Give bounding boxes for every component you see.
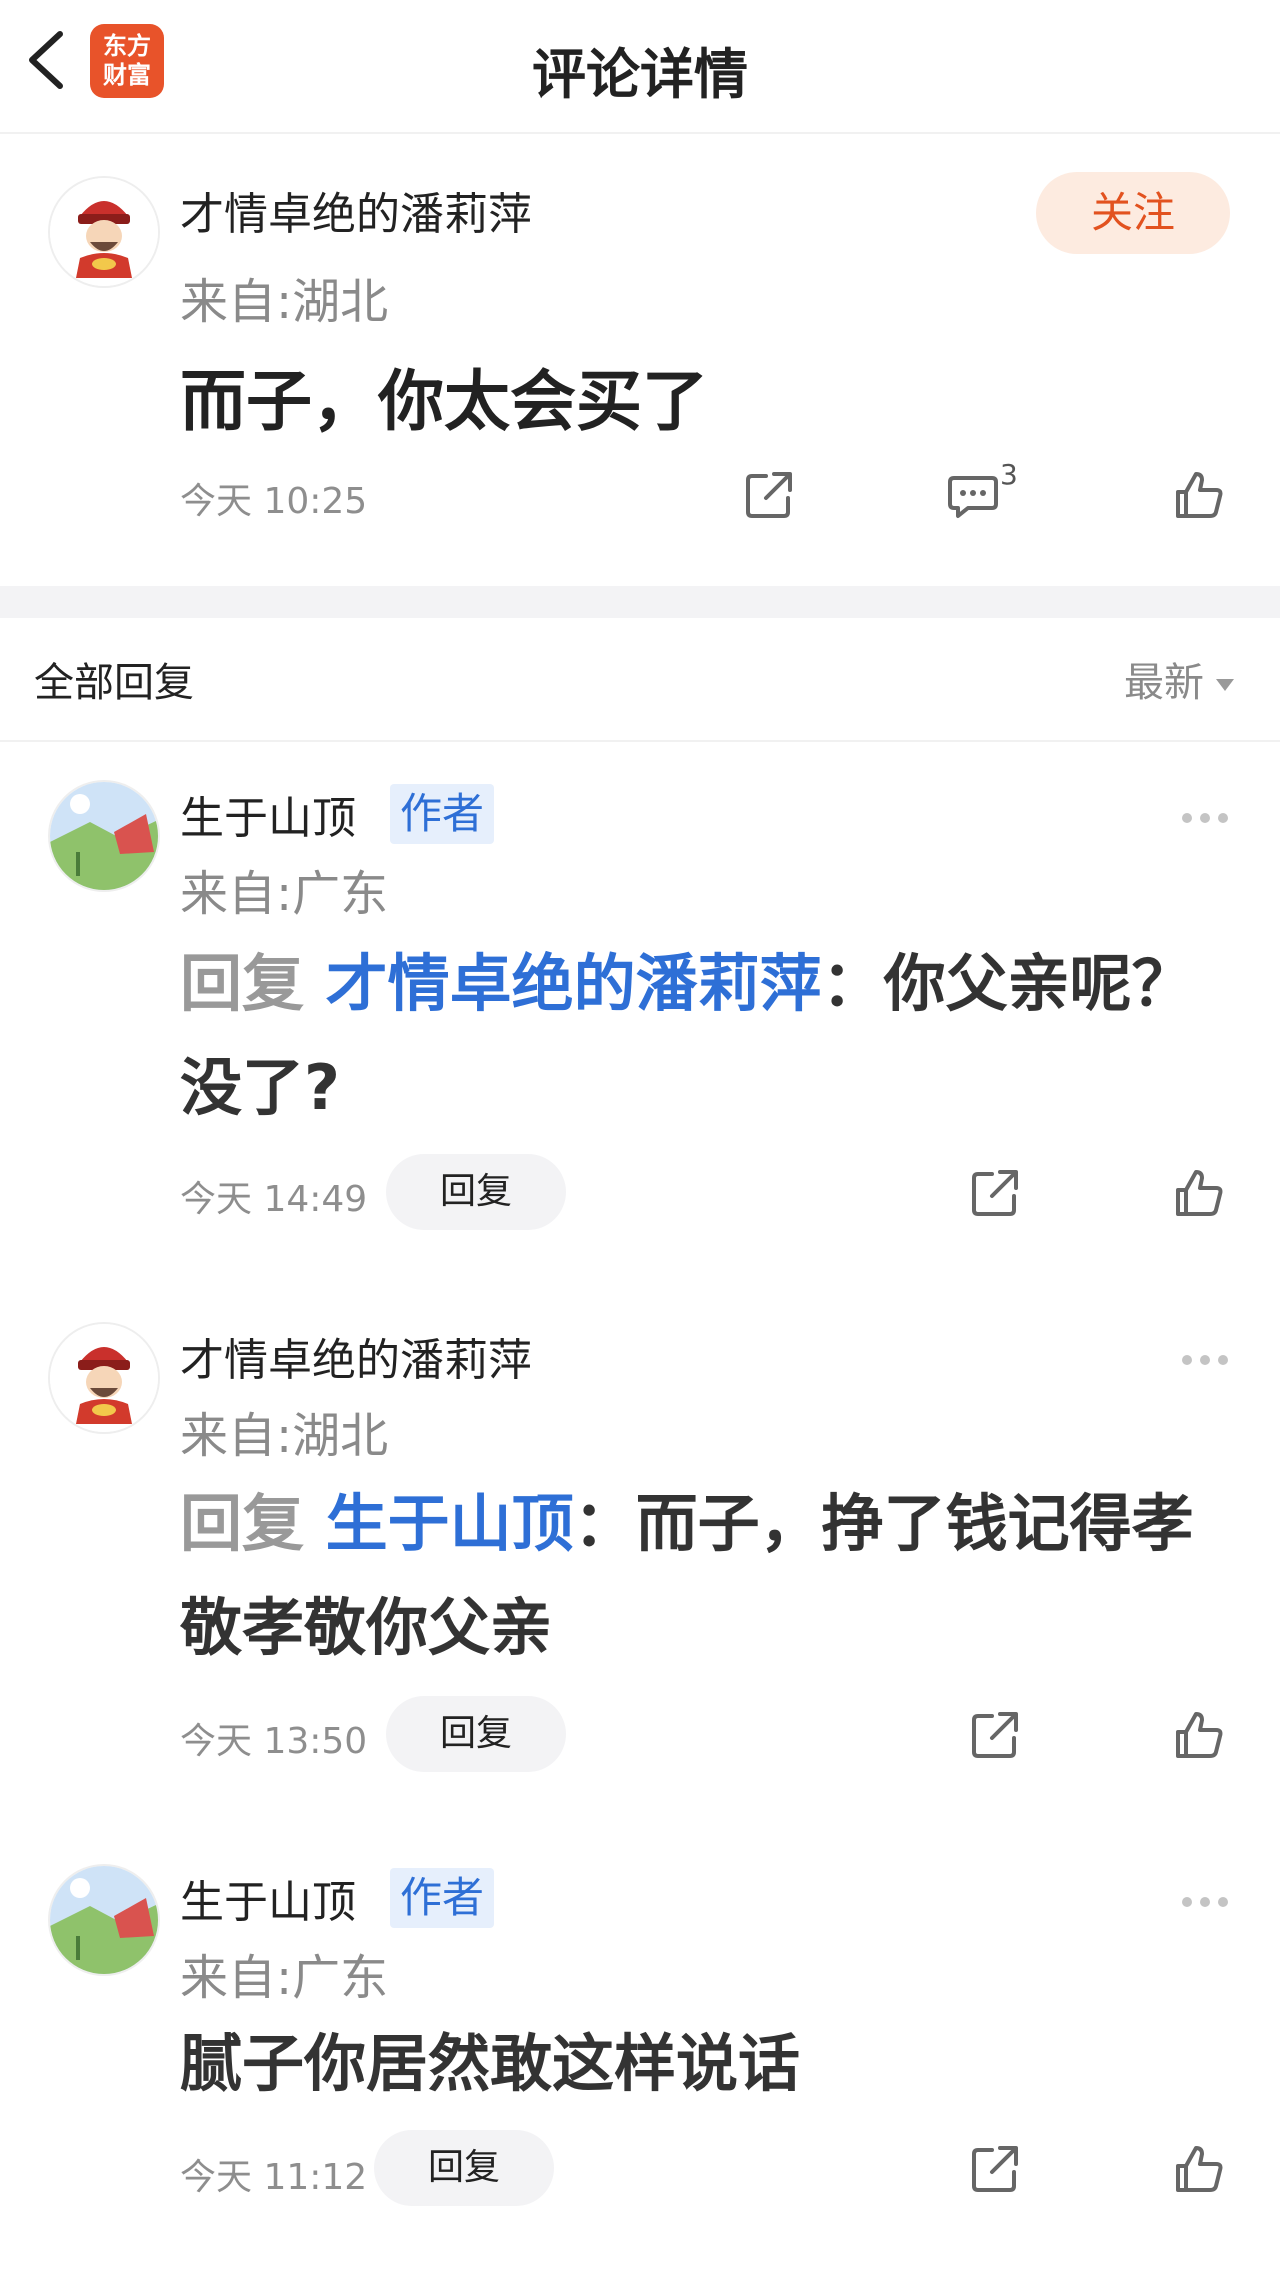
reply-target-link[interactable]: 生于山顶: [326, 1487, 574, 1560]
share-icon[interactable]: [742, 468, 796, 522]
replies-section-title: 全部回复: [34, 660, 194, 706]
comment-time: 今天 10:25: [180, 481, 368, 522]
comment-text: 而子，你太会买了: [180, 363, 708, 440]
comment-icon[interactable]: [946, 468, 1000, 522]
comment-author-name[interactable]: 才情卓绝的潘莉萍: [180, 178, 532, 242]
share-icon[interactable]: [968, 2142, 1022, 2196]
reply-text: 腻子你居然敢这样说话: [180, 2012, 1240, 2116]
reply-content: 腻子你居然敢这样说话: [180, 2027, 801, 2100]
like-icon[interactable]: [1172, 2142, 1226, 2196]
reply-location: 来自:广东: [180, 866, 389, 922]
author-badge: 作者: [390, 1868, 495, 1928]
top-bar: 东方 财富 评论详情: [0, 0, 1280, 134]
share-icon[interactable]: [968, 1166, 1022, 1220]
reply-time: 今天 11:12: [180, 2157, 368, 2198]
reply-target-link[interactable]: 才情卓绝的潘莉萍: [326, 947, 822, 1020]
avatar[interactable]: [48, 176, 160, 288]
reply-button[interactable]: 回复: [386, 1154, 566, 1230]
reply-author-name[interactable]: 生于山顶: [180, 782, 356, 846]
page-title: 评论详情: [532, 43, 748, 106]
more-icon[interactable]: [1182, 1892, 1236, 1907]
reply-button[interactable]: 回复: [386, 1696, 566, 1772]
more-icon[interactable]: [1182, 808, 1236, 823]
reply-prefix: 回复: [180, 947, 305, 1020]
reply-time: 今天 14:49: [180, 1179, 368, 1220]
reply-author-name[interactable]: 才情卓绝的潘莉萍: [180, 1324, 532, 1388]
follow-button[interactable]: 关注: [1036, 172, 1230, 254]
reply-location: 来自:广东: [180, 1950, 389, 2006]
reply-author-name[interactable]: 生于山顶: [180, 1866, 356, 1930]
reply-count-badge: 3: [1000, 458, 1018, 491]
section-divider: [0, 586, 1280, 618]
sort-label: 最新: [1124, 660, 1204, 706]
author-badge: 作者: [390, 784, 495, 844]
avatar[interactable]: [48, 1864, 160, 1976]
sort-dropdown[interactable]: 最新: [1124, 650, 1234, 708]
avatar[interactable]: [48, 1322, 160, 1434]
reply-location: 来自:湖北: [180, 1408, 389, 1464]
reply-text: 回复 才情卓绝的潘莉萍：你父亲呢？没了?: [180, 932, 1240, 1140]
share-icon[interactable]: [968, 1708, 1022, 1762]
like-icon[interactable]: [1172, 1166, 1226, 1220]
divider: [0, 740, 1280, 742]
more-icon[interactable]: [1182, 1350, 1236, 1365]
avatar[interactable]: [48, 780, 160, 892]
reply-text: 回复 生于山顶：而子，挣了钱记得孝敬孝敬你父亲: [180, 1472, 1240, 1680]
reply-button[interactable]: 回复: [374, 2130, 554, 2206]
reply-time: 今天 13:50: [180, 1721, 368, 1762]
like-icon[interactable]: [1172, 468, 1226, 522]
like-icon[interactable]: [1172, 1708, 1226, 1762]
reply-prefix: 回复: [180, 1487, 305, 1560]
comment-location: 来自:湖北: [180, 274, 389, 330]
sort-caret-icon: [1216, 679, 1234, 691]
